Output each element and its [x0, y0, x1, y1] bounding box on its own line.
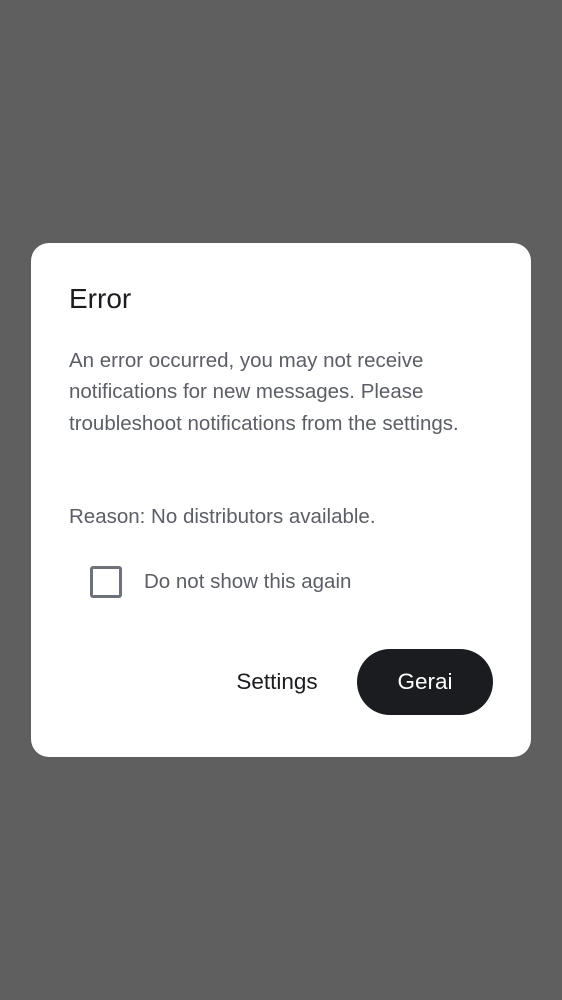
dialog-reason: Reason: No distributors available.: [69, 505, 376, 528]
do-not-show-again-checkbox-row[interactable]: Do not show this again: [90, 565, 351, 599]
dialog-message: An error occurred, you may not receive n…: [69, 349, 459, 435]
dialog-title: Error: [69, 283, 132, 314]
settings-button[interactable]: Settings: [217, 649, 337, 715]
do-not-show-again-checkbox[interactable]: [90, 566, 122, 598]
error-dialog: Error An error occurred, you may not rec…: [31, 243, 531, 757]
checkbox-label: Do not show this again: [144, 570, 352, 593]
confirm-button[interactable]: Gerai: [357, 649, 493, 715]
